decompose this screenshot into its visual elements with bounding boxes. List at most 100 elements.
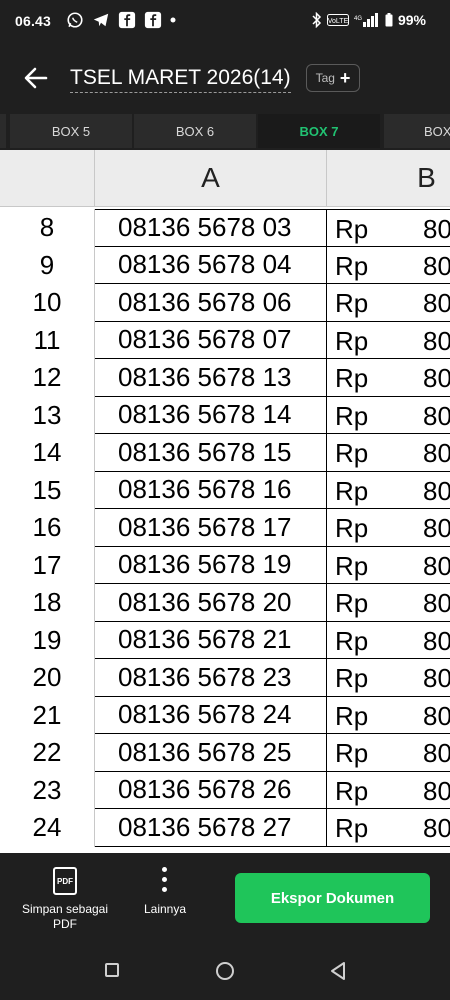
cell-a[interactable]: 08136 5678 03 (95, 209, 327, 247)
cell-a[interactable]: 08136 5678 06 (95, 284, 327, 322)
export-document-button[interactable]: Ekspor Dokumen (235, 873, 430, 923)
amount-value: 80 (423, 775, 450, 806)
save-pdf-label-line2: PDF (53, 917, 77, 931)
tab-box-5[interactable]: BOX 5 (10, 114, 132, 148)
column-header-b[interactable]: B (327, 150, 450, 207)
table-row: 18 08136 5678 20 Rp 80 (0, 584, 450, 622)
spreadsheet-grid[interactable]: A B 8 08136 5678 03 Rp 80 9 08136 5678 04 Rp 80… (0, 150, 450, 853)
cell-b[interactable]: Rp 80 (327, 809, 450, 847)
cell-a[interactable]: 08136 5678 21 (95, 621, 327, 659)
cell-a[interactable]: 08136 5678 16 (95, 471, 327, 509)
save-as-pdf-button[interactable]: PDF Simpan sebagai PDF (14, 865, 116, 935)
cell-b[interactable]: Rp 80 (327, 209, 450, 247)
currency-label: Rp (335, 775, 369, 806)
currency-label: Rp (335, 625, 369, 656)
amount-value: 80 (423, 663, 450, 693)
bluetooth-icon (312, 12, 322, 28)
cell-b[interactable]: Rp 80 (327, 322, 450, 359)
sheet-tabs: BOX 5 BOX 6 BOX 7 BOX (0, 112, 450, 150)
cell-b[interactable]: Rp 80 (327, 359, 450, 397)
cell-b[interactable]: Rp 80 (327, 284, 450, 322)
table-row: 22 08136 5678 25 Rp 80 (0, 734, 450, 772)
cell-a[interactable]: 08136 5678 15 (95, 434, 327, 472)
table-row: 10 08136 5678 06 Rp 80 (0, 284, 450, 322)
grid-corner[interactable] (0, 150, 95, 207)
row-number[interactable]: 16 (0, 509, 95, 547)
battery-percent: 99% (397, 12, 426, 28)
home-icon[interactable] (216, 962, 234, 980)
row-number[interactable]: 9 (0, 246, 95, 284)
row-number[interactable]: 19 (0, 621, 95, 659)
amount-value: 80 (423, 513, 450, 543)
cell-a[interactable]: 08136 5678 24 (95, 696, 327, 734)
nav-back-icon[interactable] (329, 961, 347, 981)
cell-b[interactable]: Rp 80 (327, 509, 450, 547)
row-number[interactable]: 12 (0, 359, 95, 397)
currency-label: Rp (335, 663, 369, 693)
row-number[interactable]: 17 (0, 546, 95, 584)
column-header-a[interactable]: A (95, 150, 327, 207)
whatsapp-icon (67, 12, 83, 28)
document-title[interactable]: TSEL MARET 2026(14) (70, 66, 291, 93)
amount-value: 80 (423, 625, 450, 656)
table-row: 16 08136 5678 17 Rp 80 (0, 509, 450, 547)
amount-value: 80 (423, 813, 450, 843)
amount-value: 80 (423, 550, 450, 581)
cell-a[interactable]: 08136 5678 13 (95, 359, 327, 397)
amount-value: 80 (423, 700, 450, 731)
cell-a[interactable]: 08136 5678 07 (95, 321, 327, 359)
cell-a[interactable]: 08136 5678 17 (95, 509, 327, 547)
cell-a[interactable]: 08136 5678 14 (95, 396, 327, 434)
cell-a[interactable]: 08136 5678 19 (95, 546, 327, 584)
table-row: 17 08136 5678 19 Rp 80 (0, 546, 450, 584)
row-number[interactable]: 8 (0, 209, 95, 247)
row-number[interactable]: 10 (0, 284, 95, 322)
cell-b[interactable]: Rp 80 (327, 772, 450, 809)
cell-b[interactable]: Rp 80 (327, 734, 450, 772)
cell-a[interactable]: 08136 5678 04 (95, 246, 327, 284)
cell-b[interactable]: Rp 80 (327, 584, 450, 622)
more-button[interactable]: Lainnya (136, 865, 194, 925)
row-number[interactable]: 23 (0, 771, 95, 809)
back-arrow-icon[interactable] (22, 64, 50, 92)
table-row: 20 08136 5678 23 Rp 80 (0, 659, 450, 697)
row-number[interactable]: 13 (0, 396, 95, 434)
cell-b[interactable]: Rp 80 (327, 659, 450, 697)
row-number[interactable]: 14 (0, 434, 95, 472)
cell-b[interactable]: Rp 80 (327, 397, 450, 434)
table-row: 14 08136 5678 15 Rp 80 (0, 434, 450, 472)
dot-icon (170, 17, 176, 23)
tab-box-6[interactable]: BOX 6 (134, 114, 256, 148)
add-tag-button[interactable]: Tag + (306, 64, 360, 92)
cell-a[interactable]: 08136 5678 23 (95, 659, 327, 697)
svg-text:4G: 4G (354, 16, 362, 22)
plus-icon: + (339, 68, 351, 88)
amount-value: 80 (423, 250, 450, 281)
cell-b[interactable]: Rp 80 (327, 434, 450, 472)
cell-b[interactable]: Rp 80 (327, 622, 450, 659)
cell-b[interactable]: Rp 80 (327, 472, 450, 509)
table-row: 24 08136 5678 27 Rp 80 (0, 809, 450, 847)
cell-a[interactable]: 08136 5678 20 (95, 584, 327, 622)
row-number[interactable]: 18 (0, 584, 95, 622)
tab-partial-left[interactable] (0, 114, 6, 148)
recents-icon[interactable] (105, 963, 119, 977)
cell-b[interactable]: Rp 80 (327, 247, 450, 284)
row-number[interactable]: 15 (0, 471, 95, 509)
cell-a[interactable]: 08136 5678 27 (95, 809, 327, 847)
bottom-toolbar: PDF Simpan sebagai PDF Lainnya Ekspor Do… (0, 853, 450, 938)
tab-box-next[interactable]: BOX (384, 114, 450, 148)
cell-a[interactable]: 08136 5678 26 (95, 771, 327, 809)
row-number[interactable]: 24 (0, 809, 95, 847)
cell-b[interactable]: Rp 80 (327, 697, 450, 734)
row-number[interactable]: 22 (0, 734, 95, 772)
currency-label: Rp (335, 738, 369, 768)
tab-box-7[interactable]: BOX 7 (258, 114, 380, 148)
row-number[interactable]: 21 (0, 696, 95, 734)
row-number[interactable]: 20 (0, 659, 95, 697)
currency-label: Rp (335, 813, 369, 843)
cell-b[interactable]: Rp 80 (327, 547, 450, 584)
system-status: VoLTE 4G 99% (312, 12, 426, 28)
cell-a[interactable]: 08136 5678 25 (95, 734, 327, 772)
row-number[interactable]: 11 (0, 321, 95, 359)
